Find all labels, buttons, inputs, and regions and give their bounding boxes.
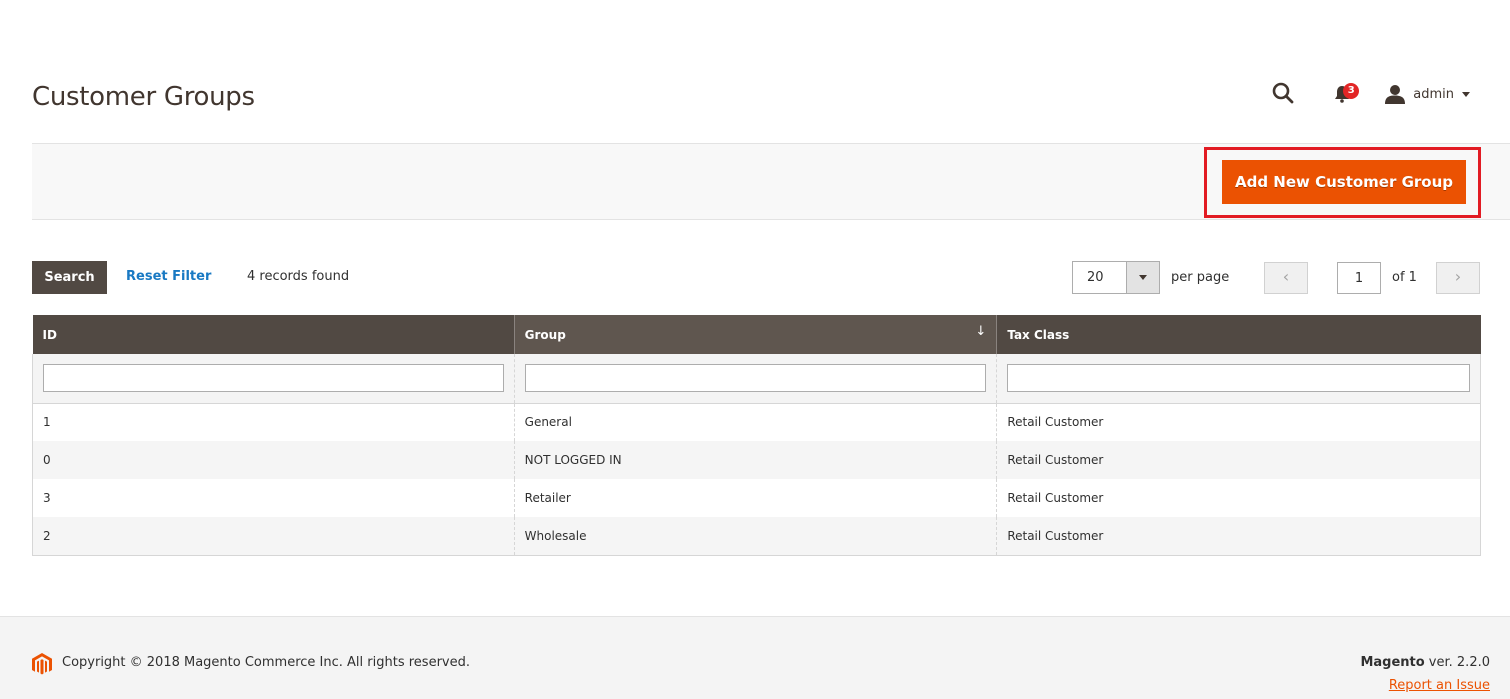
notification-count-badge: 3 (1343, 83, 1360, 99)
cell-group: Wholesale (513, 517, 997, 556)
per-page-dropdown-toggle[interactable] (1126, 262, 1159, 293)
cell-id: 3 (32, 479, 515, 517)
magento-logo-icon (32, 653, 52, 675)
sort-descending-icon: ↓ (975, 324, 987, 339)
header-actions: 3 admin (1271, 80, 1470, 108)
admin-user-menu[interactable]: admin (1385, 84, 1470, 104)
table-row[interactable]: 0 NOT LOGGED IN Retail Customer (32, 441, 1481, 479)
filter-group-input[interactable] (524, 364, 987, 393)
search-icon (1272, 82, 1294, 104)
total-pages: of 1 (1392, 270, 1417, 285)
column-header-id[interactable]: ID (32, 315, 515, 354)
version-number: ver. 2.2.0 (1424, 655, 1490, 670)
table-row[interactable]: 1 General Retail Customer (32, 403, 1481, 441)
column-label: Group (524, 327, 566, 342)
records-found: 4 records found (247, 269, 350, 284)
add-new-customer-group-button[interactable]: Add New Customer Group (1222, 160, 1466, 204)
filter-row (32, 354, 1481, 404)
page-footer: Copyright © 2018 Magento Commerce Inc. A… (0, 616, 1510, 699)
cell-id: 0 (32, 441, 515, 479)
cell-id: 1 (32, 403, 515, 441)
cell-group: NOT LOGGED IN (513, 441, 997, 479)
cell-tax-class: Retail Customer (996, 517, 1481, 556)
search-button[interactable]: Search (32, 261, 107, 294)
per-page-value: 20 (1087, 270, 1104, 285)
column-header-tax-class[interactable]: Tax Class (996, 315, 1481, 354)
per-page-label: per page (1171, 270, 1230, 285)
current-page-input[interactable] (1337, 262, 1381, 294)
chevron-left-icon: ‹ (1282, 267, 1290, 286)
cell-id: 2 (32, 517, 515, 556)
page-actions-bar: Add New Customer Group (32, 143, 1510, 220)
chevron-right-icon: › (1454, 267, 1462, 286)
user-name: admin (1413, 86, 1454, 102)
next-page-button[interactable]: › (1436, 262, 1480, 294)
page-title: Customer Groups (32, 82, 255, 112)
table-row[interactable]: 2 Wholesale Retail Customer (32, 517, 1481, 556)
column-label: Tax Class (1007, 327, 1070, 342)
per-page-select[interactable]: 20 (1072, 261, 1160, 294)
cell-tax-class: Retail Customer (996, 479, 1481, 517)
filter-id-input[interactable] (43, 364, 504, 393)
column-label: ID (42, 327, 57, 342)
report-issue-link[interactable]: Report an Issue (1389, 678, 1490, 693)
previous-page-button[interactable]: ‹ (1264, 262, 1308, 294)
table-row[interactable]: 3 Retailer Retail Customer (32, 479, 1481, 517)
reset-filter-link[interactable]: Reset Filter (126, 269, 211, 284)
global-search-button[interactable] (1271, 81, 1297, 107)
grid-toolbar: Search Reset Filter 4 records found 20 p… (32, 261, 1480, 295)
notifications-button[interactable]: 3 (1331, 81, 1360, 107)
cell-tax-class: Retail Customer (996, 403, 1481, 441)
version-info: Magento ver. 2.2.0 (1360, 655, 1490, 670)
cell-tax-class: Retail Customer (996, 441, 1481, 479)
caret-down-icon (1462, 91, 1470, 97)
user-icon (1385, 85, 1406, 104)
copyright-text: Copyright © 2018 Magento Commerce Inc. A… (62, 655, 470, 670)
filter-tax-class-input[interactable] (1007, 364, 1470, 393)
cell-group: Retailer (513, 479, 997, 517)
cell-group: General (513, 403, 997, 441)
column-header-group[interactable]: Group ↓ (514, 315, 998, 354)
brand-name: Magento (1360, 655, 1425, 670)
customer-groups-grid: ID Group ↓ Tax Class 1 General Retail Cus… (32, 315, 1481, 556)
